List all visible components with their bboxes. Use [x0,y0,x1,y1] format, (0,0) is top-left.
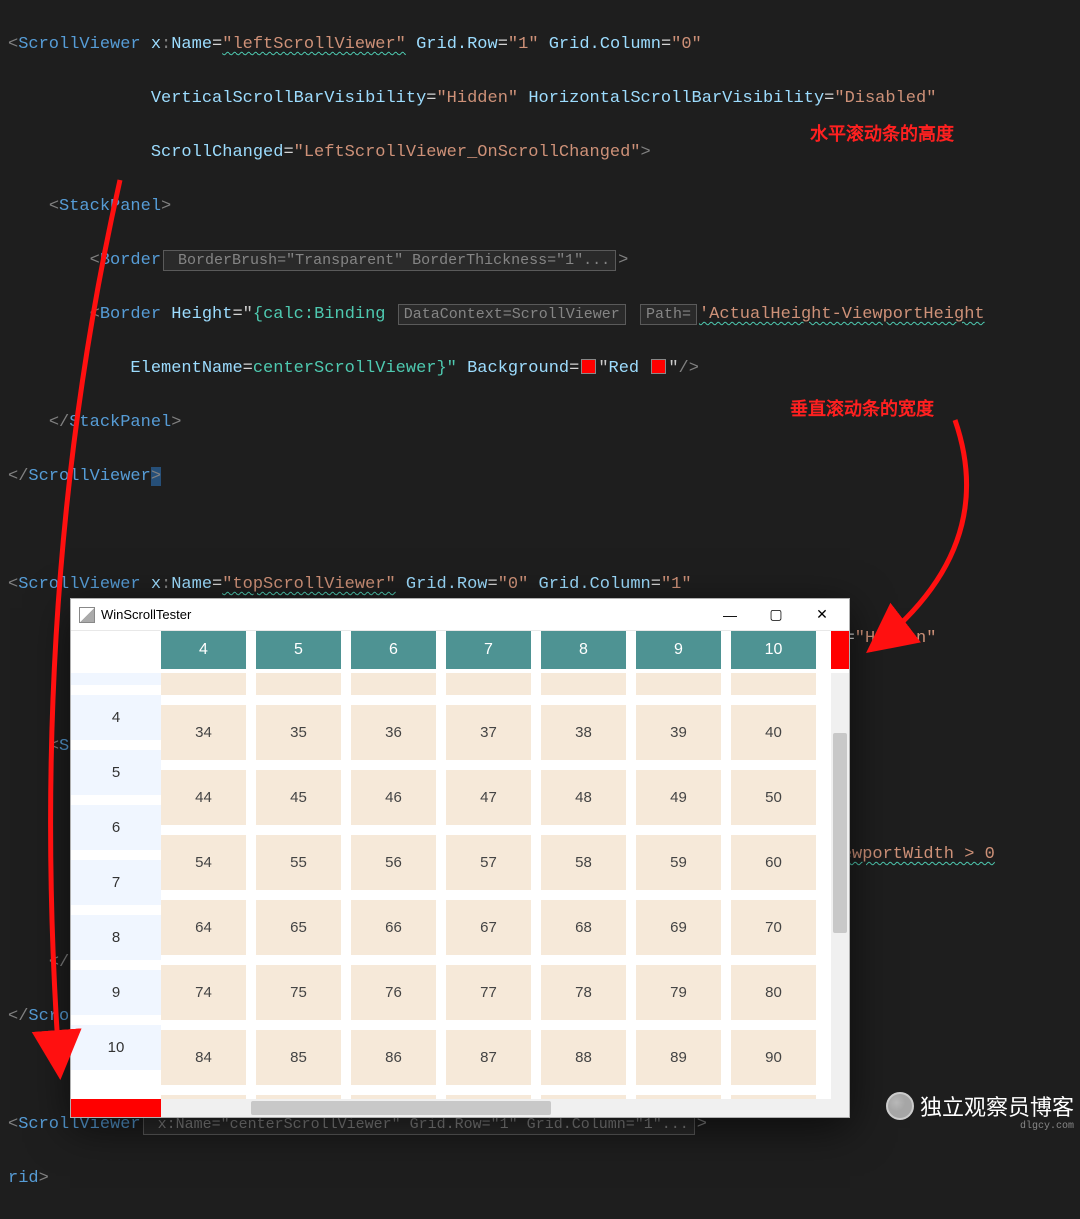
row-header: 10 [71,1025,161,1080]
app-icon [79,607,95,623]
row-header: 6 [71,805,161,860]
window-titlebar[interactable]: WinScrollTester — ▢ ✕ [71,599,849,631]
data-cell: 89 [636,1030,721,1085]
data-cell: 40 [731,705,816,760]
data-cell [636,673,721,695]
data-cell: 77 [446,965,531,1020]
column-header: 4 [161,631,246,669]
column-header: 7 [446,631,531,669]
data-cell: 47 [446,770,531,825]
data-cell: 60 [731,835,816,890]
data-cell: 38 [541,705,626,760]
red-spacer-top-right [831,631,849,669]
data-cell: 90 [731,1030,816,1085]
row-header: 7 [71,860,161,915]
maximize-button[interactable]: ▢ [753,600,799,630]
row-header [71,673,161,695]
app-window: WinScrollTester — ▢ ✕ 45678910 45678910 … [70,598,850,1118]
data-cell: 70 [731,900,816,955]
data-cell [541,673,626,695]
watermark: 独立观察员博客 [886,1090,1074,1122]
watermark-domain: dlgcy.com [1020,1121,1074,1132]
scrollbar-thumb[interactable] [833,733,847,933]
data-cell: 35 [256,705,341,760]
table-row: 74757677787980 [161,965,831,1020]
data-cell: 66 [351,900,436,955]
data-cell: 68 [541,900,626,955]
data-cell: 48 [541,770,626,825]
column-header: 9 [636,631,721,669]
table-row: 64656667686970 [161,900,831,955]
data-cell: 59 [636,835,721,890]
data-cell: 36 [351,705,436,760]
data-cell: 56 [351,835,436,890]
table-row: 54555657585960 [161,835,831,890]
annotation-vertical-scrollbar-width: 垂直滚动条的宽度 [790,395,934,421]
horizontal-scrollbar[interactable] [161,1099,831,1117]
minimize-button[interactable]: — [707,600,753,630]
data-cell: 78 [541,965,626,1020]
code-hint-param: Path= [640,304,697,325]
close-button[interactable]: ✕ [799,600,845,630]
data-cell: 34 [161,705,246,760]
data-cell: 55 [256,835,341,890]
table-row: 44454647484950 [161,770,831,825]
data-cell: 37 [446,705,531,760]
data-cell [446,673,531,695]
data-cell: 39 [636,705,721,760]
data-cell: 86 [351,1030,436,1085]
table-row: 84858687888990 [161,1030,831,1085]
column-header: 6 [351,631,436,669]
data-cell [161,673,246,695]
scroll-corner [831,1099,849,1117]
row-header: 5 [71,750,161,805]
row-header: 4 [71,695,161,750]
color-swatch-red [651,359,666,374]
data-cell [731,673,816,695]
data-cell: 46 [351,770,436,825]
data-cell: 58 [541,835,626,890]
table-row [161,673,831,695]
annotation-horizontal-scrollbar-height: 水平滚动条的高度 [810,120,954,146]
table-row: 34353637383940 [161,705,831,760]
code-hint-param: DataContext=ScrollViewer [398,304,626,325]
data-cell: 57 [446,835,531,890]
data-cell: 64 [161,900,246,955]
data-grid: 34353637383940 44454647484950 545556575859… [161,673,831,1099]
scrollbar-thumb[interactable] [251,1101,551,1115]
column-header: 5 [256,631,341,669]
wechat-icon [886,1092,914,1120]
data-cell: 88 [541,1030,626,1085]
data-cell: 74 [161,965,246,1020]
data-cell: 79 [636,965,721,1020]
data-cell: 45 [256,770,341,825]
data-cell: 67 [446,900,531,955]
data-cell [256,673,341,695]
data-cell: 44 [161,770,246,825]
color-swatch-red [581,359,596,374]
column-header: 10 [731,631,816,669]
row-header: 8 [71,915,161,970]
red-spacer-bottom-left [71,1099,161,1117]
code-hint[interactable]: BorderBrush="Transparent" BorderThicknes… [163,250,616,271]
data-cell: 84 [161,1030,246,1085]
column-header: 8 [541,631,626,669]
data-cell: 65 [256,900,341,955]
data-cell: 87 [446,1030,531,1085]
top-header-row: 456789 10 [161,631,831,673]
left-header-column: 45678910 [71,673,161,1099]
vertical-scrollbar[interactable] [831,673,849,1099]
data-cell: 75 [256,965,341,1020]
data-cell: 69 [636,900,721,955]
data-cell: 49 [636,770,721,825]
data-cell: 76 [351,965,436,1020]
data-cell: 80 [731,965,816,1020]
data-cell [351,673,436,695]
data-cell: 50 [731,770,816,825]
data-cell: 85 [256,1030,341,1085]
window-title: WinScrollTester [101,607,191,622]
row-header: 9 [71,970,161,1025]
data-cell: 54 [161,835,246,890]
